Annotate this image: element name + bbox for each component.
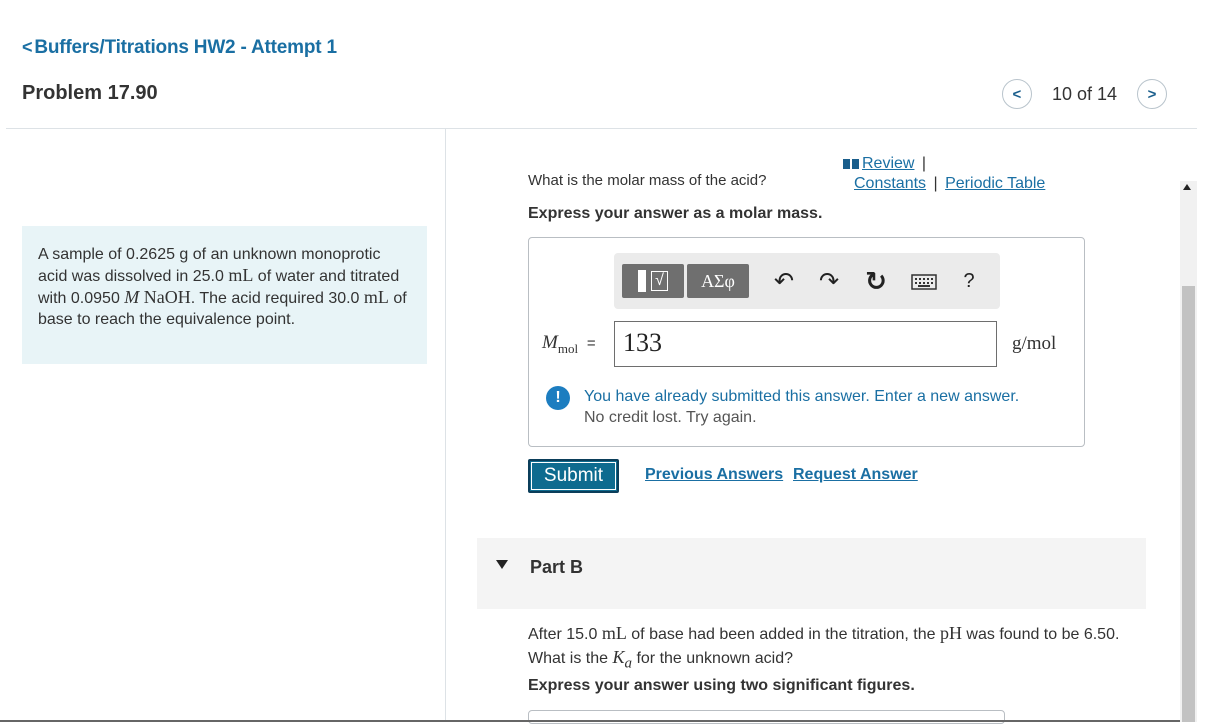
keyboard-button[interactable]	[909, 272, 939, 292]
problem-statement: A sample of 0.2625 g of an unknown monop…	[22, 226, 427, 364]
scroll-up-arrow-icon[interactable]	[1183, 184, 1191, 190]
review-link[interactable]: Review	[862, 155, 914, 172]
pager-position: 10 of 14	[1051, 83, 1117, 104]
next-problem-button[interactable]: >	[1137, 79, 1167, 109]
question-text: of base had been added in the titration,…	[631, 626, 936, 643]
problem-title: Problem 17.90	[22, 82, 158, 104]
submit-button[interactable]: Submit	[528, 459, 619, 493]
unit-ml: mL	[601, 623, 627, 643]
chevron-left-icon: <	[22, 37, 33, 57]
variable-label: Mmol =	[542, 332, 596, 357]
link-separator: |	[921, 155, 927, 172]
variable-symbol: M	[542, 332, 558, 353]
feedback-message: You have already submitted this answer. …	[584, 386, 1019, 428]
undo-icon: ↶	[773, 267, 795, 295]
feedback-line-2: No credit lost. Try again.	[584, 409, 757, 426]
ka-subscript: a	[624, 655, 633, 672]
molarity-symbol: M	[124, 287, 140, 307]
previous-answers-link[interactable]: Previous Answers	[645, 466, 783, 484]
reset-icon: ↻	[865, 265, 887, 296]
resource-links: Review | Constants | Periodic Table	[842, 154, 1067, 194]
template-box-icon	[638, 270, 647, 292]
math-toolbar: √ ΑΣφ ↶ ↷ ↻ ?	[614, 253, 1000, 309]
keyboard-icon	[911, 274, 937, 290]
question-text: After 15.0	[528, 626, 598, 643]
previous-problem-button[interactable]: <	[1001, 79, 1032, 109]
part-a-question: What is the molar mass of the acid?	[528, 172, 767, 189]
greek-icon: ΑΣφ	[701, 270, 735, 291]
collapse-triangle-icon[interactable]	[496, 560, 508, 569]
unit-ml: mL	[363, 287, 389, 307]
redo-button[interactable]: ↷	[814, 267, 844, 295]
periodic-table-link[interactable]: Periodic Table	[945, 175, 1045, 192]
answer-units: g/mol	[1012, 333, 1057, 354]
part-a-instructions: Express your answer as a molar mass.	[528, 205, 823, 222]
constants-link[interactable]: Constants	[854, 175, 926, 192]
request-answer-link[interactable]: Request Answer	[793, 466, 918, 484]
answer-input[interactable]: 133	[614, 321, 997, 367]
assignment-title: Buffers/Titrations HW2 - Attempt 1	[34, 37, 337, 58]
ka-k: K	[612, 647, 625, 667]
undo-button[interactable]: ↶	[769, 267, 799, 295]
column-divider	[445, 129, 446, 722]
answer-value: 133	[623, 328, 662, 357]
scrollbar-thumb[interactable]	[1182, 286, 1195, 722]
feedback-line-1: You have already submitted this answer. …	[584, 388, 1020, 405]
back-to-assignment-link[interactable]: < Buffers/Titrations HW2 - Attempt 1	[22, 37, 337, 59]
part-b-label: Part B	[530, 557, 584, 577]
naoh-formula: NaOH	[143, 287, 191, 307]
statement-text: . The acid required 30.0	[190, 290, 360, 307]
help-icon: ?	[963, 269, 975, 292]
chevron-left-icon: <	[1012, 85, 1022, 103]
warning-icon: !	[546, 386, 570, 410]
templates-button[interactable]: √	[622, 264, 684, 298]
question-text: for the unknown acid?	[636, 650, 793, 667]
ka-symbol: Ka	[612, 647, 632, 672]
chevron-right-icon: >	[1147, 85, 1157, 103]
redo-icon: ↷	[818, 267, 840, 295]
sqrt-icon: √	[651, 271, 668, 291]
problem-pager: < 10 of 14 >	[1001, 79, 1167, 109]
header-divider	[6, 128, 1197, 129]
link-separator: |	[933, 175, 938, 192]
equals-sign: =	[586, 335, 596, 352]
part-b-question: After 15.0 mL of base had been added in …	[528, 622, 1158, 675]
unit-ml: mL	[228, 265, 254, 285]
variable-subscript: mol	[557, 340, 579, 356]
reset-button[interactable]: ↻	[861, 265, 891, 296]
part-b-instructions: Express your answer using two significan…	[528, 677, 915, 694]
ph-symbol: pH	[939, 623, 962, 643]
help-button[interactable]: ?	[957, 267, 981, 295]
book-icon	[843, 158, 859, 169]
greek-symbols-button[interactable]: ΑΣφ	[687, 264, 749, 298]
